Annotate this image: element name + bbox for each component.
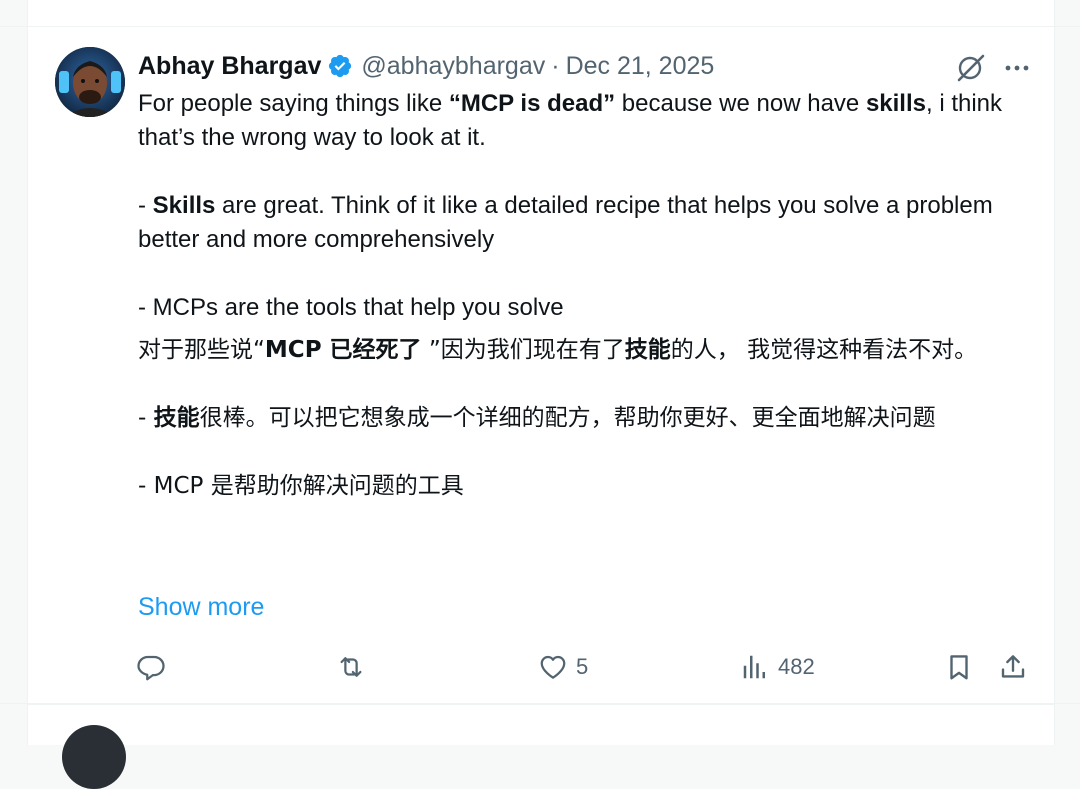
tweet-card[interactable]: Abhay Bhargav @abhaybhargav · Dec 21, 20… bbox=[27, 27, 1055, 703]
body-paragraph-point2: - MCPs are the tools that help you solve bbox=[138, 291, 1038, 325]
body-text: 的人， 我觉得这种看法不对。 bbox=[670, 337, 978, 363]
avatar-image bbox=[55, 47, 125, 117]
views-icon bbox=[743, 655, 765, 679]
next-avatar bbox=[62, 725, 126, 789]
tweet-top-actions bbox=[954, 51, 1032, 85]
body-text-bold: Skills bbox=[152, 192, 216, 219]
body-text: 对于那些说“ bbox=[138, 337, 265, 363]
body-text-bold: 技能 bbox=[624, 337, 671, 363]
like-count: 5 bbox=[576, 654, 589, 679]
views-count: 482 bbox=[778, 654, 815, 679]
tweet-header: Abhay Bhargav @abhaybhargav · Dec 21, 20… bbox=[138, 50, 714, 82]
body-text-bold: 技能 bbox=[153, 405, 200, 431]
views-button[interactable]: 482 bbox=[740, 647, 815, 687]
body-text: For people saying things like bbox=[138, 90, 449, 117]
body-text-bold: MCP 已经死了 bbox=[264, 337, 422, 363]
retweet-icon bbox=[340, 657, 362, 677]
share-icon bbox=[1001, 655, 1025, 678]
like-button[interactable]: 5 bbox=[538, 647, 588, 687]
body-text: 很棒。可以把它想象成一个详细的配方，帮助你更好、更全面地解决问题 bbox=[199, 405, 936, 431]
author-handle[interactable]: @abhaybhargav bbox=[361, 52, 545, 81]
body-text-bold: “MCP is dead” bbox=[448, 90, 616, 117]
reply-button[interactable] bbox=[136, 647, 174, 687]
body-paragraph-zh-intro: 对于那些说“MCP 已经死了 ”因为我们现在有了技能的人， 我觉得这种看法不对。 bbox=[138, 333, 1038, 367]
bookmark-button[interactable] bbox=[944, 647, 974, 687]
reply-icon bbox=[137, 655, 165, 681]
author-name[interactable]: Abhay Bhargav bbox=[138, 52, 321, 81]
grok-icon[interactable] bbox=[954, 51, 988, 85]
body-text-bold: skills bbox=[865, 90, 926, 117]
body-paragraph-zh-point1: - 技能很棒。可以把它想象成一个详细的配方，帮助你更好、更全面地解决问题 bbox=[138, 401, 1038, 435]
next-tweet-fragment bbox=[27, 704, 1055, 789]
body-text: - bbox=[138, 192, 153, 219]
share-button[interactable] bbox=[998, 647, 1028, 687]
more-icon[interactable] bbox=[1002, 53, 1032, 83]
verified-badge-icon[interactable] bbox=[327, 53, 353, 79]
body-paragraph-intro: For people saying things like “MCP is de… bbox=[138, 87, 1038, 155]
show-more-link[interactable]: Show more bbox=[138, 593, 264, 622]
body-paragraph-point1: - Skills are great. Think of it like a d… bbox=[138, 189, 1038, 257]
previous-tweet-fragment bbox=[27, 0, 1055, 26]
body-text: - MCP 是帮助你解决问题的工具 bbox=[138, 473, 464, 499]
bookmark-icon bbox=[950, 655, 968, 680]
body-text: are great. Think of it like a detailed r… bbox=[138, 192, 1000, 253]
header-separator: · bbox=[551, 51, 560, 80]
body-text: because we now have bbox=[615, 90, 866, 117]
retweet-button[interactable] bbox=[336, 647, 374, 687]
body-paragraph-zh-point2: - MCP 是帮助你解决问题的工具 bbox=[138, 469, 1038, 503]
like-icon bbox=[540, 655, 566, 679]
body-text: - bbox=[138, 405, 154, 431]
body-text: ”因为我们现在有了 bbox=[421, 337, 625, 363]
tweet-actions: 5 482 bbox=[136, 647, 1036, 687]
body-text: - MCPs are the tools that help you solve bbox=[138, 294, 564, 321]
avatar[interactable] bbox=[55, 47, 125, 117]
tweet-date[interactable]: Dec 21, 2025 bbox=[566, 52, 715, 81]
tweet-body: For people saying things like “MCP is de… bbox=[138, 87, 1038, 503]
